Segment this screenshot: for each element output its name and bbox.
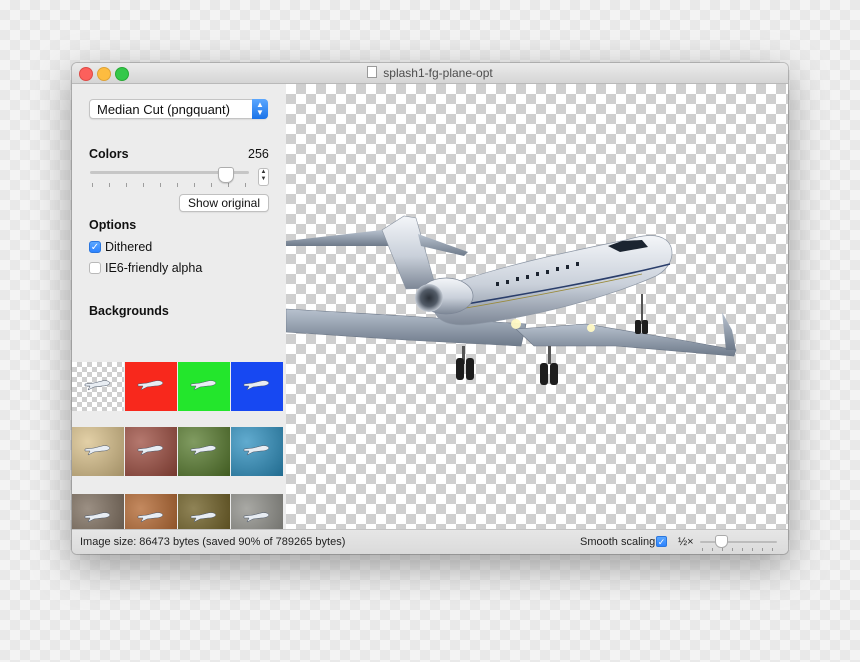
airplane-icon xyxy=(286,215,737,385)
status-bar: Image size: 86473 bytes (saved 90% of 78… xyxy=(72,529,788,554)
airplane-icon xyxy=(243,445,270,456)
sidebar: Median Cut (pngquant) ▲ ▼ Colors 256 ▲ ▼ S… xyxy=(72,84,285,543)
document-icon xyxy=(367,66,378,78)
algorithm-popup-label: Median Cut (pngquant) xyxy=(97,102,230,117)
airplane-icon xyxy=(84,512,111,523)
title-bar[interactable]: splash1-fg-plane-opt xyxy=(72,63,788,84)
zoom-tick xyxy=(742,548,743,551)
algorithm-popup[interactable]: Median Cut (pngquant) ▲ ▼ xyxy=(89,99,268,119)
slider-tick xyxy=(228,183,229,187)
airplane-icon xyxy=(84,380,111,391)
background-swatch[interactable] xyxy=(178,362,230,411)
checkmark-icon: ✓ xyxy=(90,242,100,253)
zoom-tick xyxy=(702,548,703,551)
smooth-scaling-label[interactable]: Smooth scaling xyxy=(580,536,655,548)
colors-value: 256 xyxy=(248,147,269,161)
background-swatch[interactable] xyxy=(231,427,283,476)
colors-slider-knob[interactable] xyxy=(218,167,234,183)
slider-tick xyxy=(194,183,195,187)
zoom-label: ½× xyxy=(678,536,694,548)
dithered-label[interactable]: Dithered xyxy=(105,240,152,254)
window-title: splash1-fg-plane-opt xyxy=(72,66,788,80)
slider-tick xyxy=(143,183,144,187)
app-window: splash1-fg-plane-opt Median Cut (pngquan… xyxy=(72,63,788,554)
airplane-icon xyxy=(243,512,270,523)
airplane-icon xyxy=(84,445,111,456)
airplane-icon xyxy=(190,380,217,391)
zoom-tick xyxy=(712,548,713,551)
ie6-alpha-checkbox[interactable] xyxy=(89,262,101,274)
slider-tick xyxy=(160,183,161,187)
zoom-slider-track[interactable] xyxy=(700,541,777,543)
smooth-scaling-checkbox[interactable]: ✓ xyxy=(656,536,667,547)
airplane-icon xyxy=(137,380,164,391)
slider-tick xyxy=(177,183,178,187)
slider-tick xyxy=(109,183,110,187)
window-title-text: splash1-fg-plane-opt xyxy=(383,66,493,80)
zoom-tick xyxy=(762,548,763,551)
slider-tick xyxy=(92,183,93,187)
background-swatch[interactable] xyxy=(125,362,177,411)
zoom-tick xyxy=(772,548,773,551)
airplane-icon xyxy=(137,445,164,456)
background-swatch[interactable] xyxy=(72,427,124,476)
ie6-alpha-label[interactable]: IE6-friendly alpha xyxy=(105,261,202,275)
options-label: Options xyxy=(89,218,137,232)
backgrounds-label: Backgrounds xyxy=(89,304,169,318)
backgrounds-grid xyxy=(72,362,285,543)
popup-arrows-icon: ▲ ▼ xyxy=(252,99,268,119)
airplane-icon xyxy=(137,512,164,523)
stepper-icon[interactable]: ▲ ▼ xyxy=(258,168,269,186)
airplane-icon xyxy=(190,445,217,456)
image-canvas[interactable] xyxy=(286,84,788,529)
slider-tick xyxy=(211,183,212,187)
colors-label: Colors xyxy=(89,147,129,161)
background-swatch[interactable] xyxy=(178,427,230,476)
zoom-tick xyxy=(732,548,733,551)
airplane-icon xyxy=(190,512,217,523)
show-original-button[interactable]: Show original xyxy=(179,194,269,212)
slider-tick xyxy=(126,183,127,187)
dithered-checkbox[interactable]: ✓ xyxy=(89,241,101,253)
background-swatch[interactable] xyxy=(125,427,177,476)
airplane-icon xyxy=(243,380,270,391)
zoom-tick xyxy=(722,548,723,551)
zoom-slider-knob[interactable] xyxy=(715,535,728,548)
image-size-text: Image size: 86473 bytes (saved 90% of 78… xyxy=(80,536,346,548)
background-swatch[interactable] xyxy=(231,362,283,411)
zoom-tick xyxy=(752,548,753,551)
background-swatch[interactable] xyxy=(72,362,124,411)
slider-tick xyxy=(245,183,246,187)
